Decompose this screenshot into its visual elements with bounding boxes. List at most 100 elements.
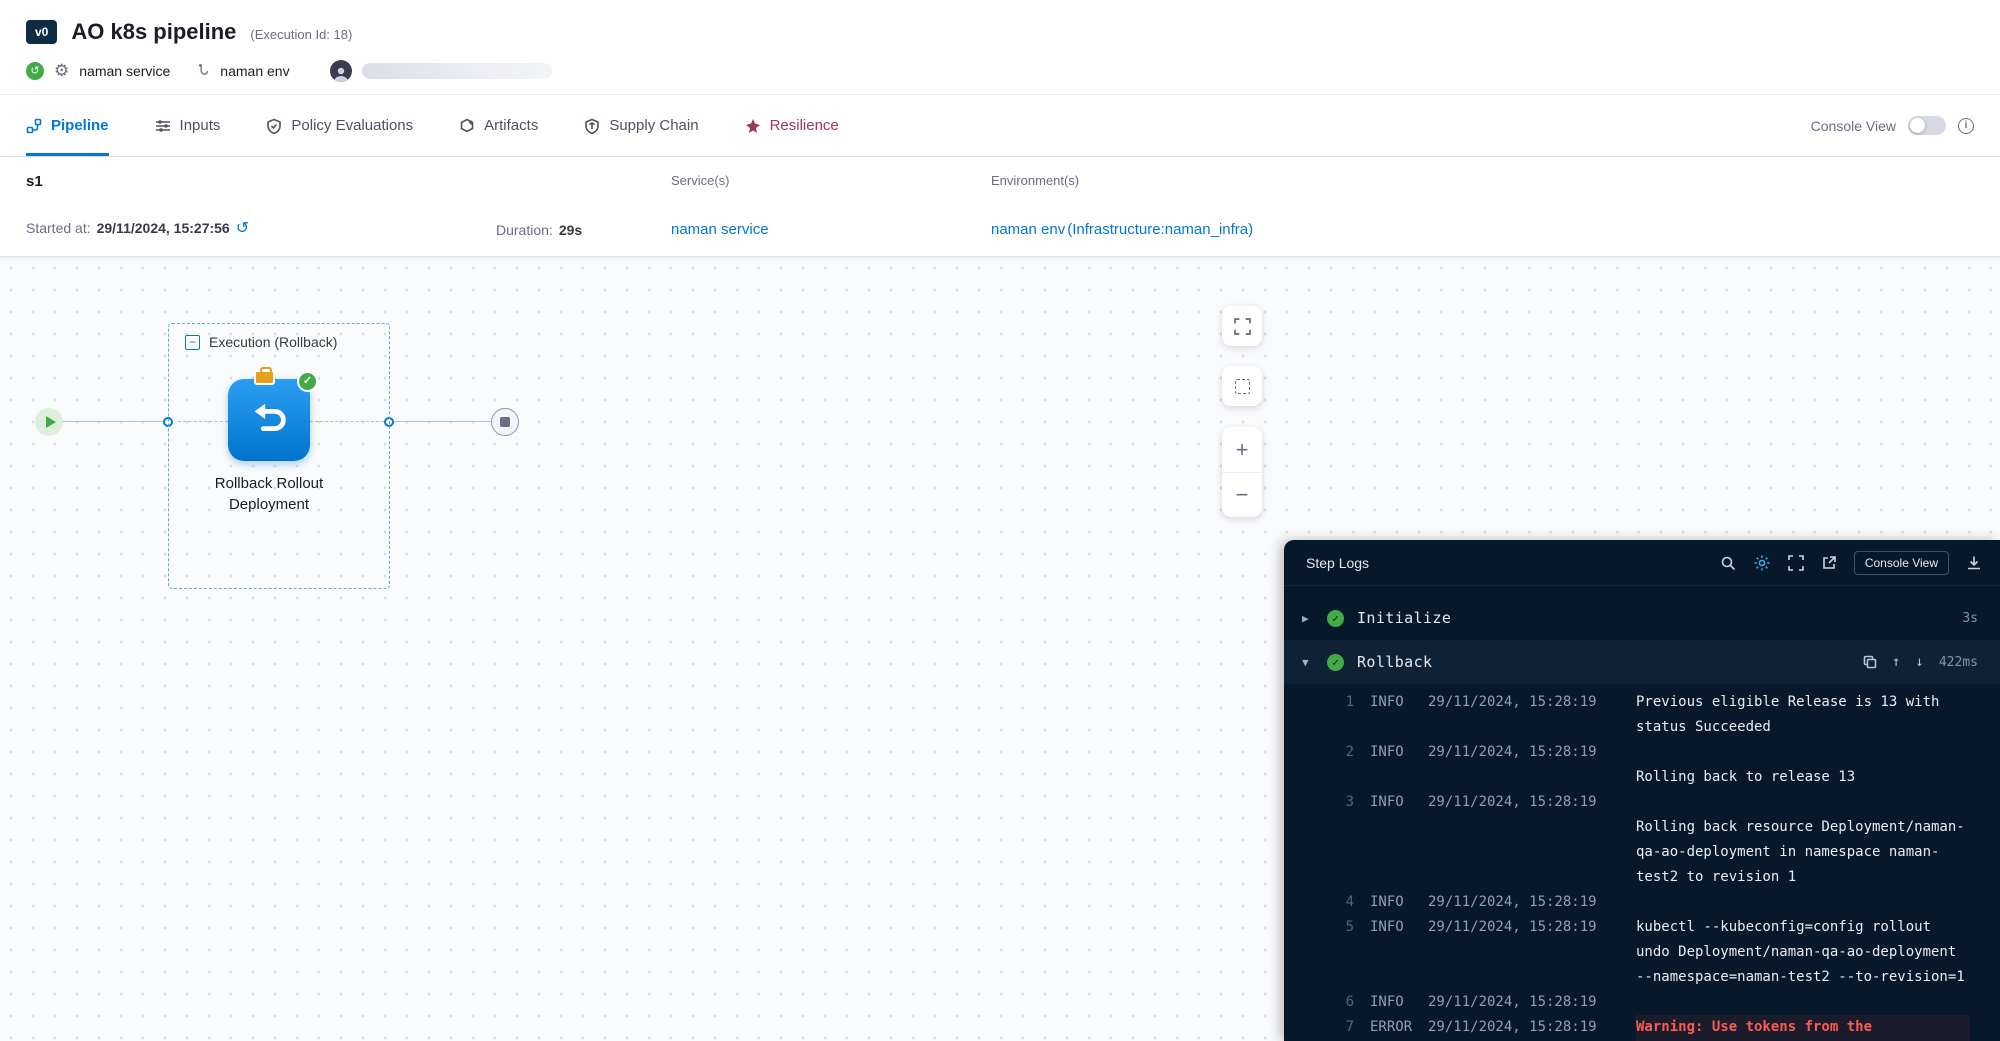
log-timestamp: 29/11/2024, 15:28:19: [1428, 740, 1636, 765]
log-line-number: 3: [1324, 790, 1354, 815]
log-message: Warning: Use tokens from the TokenReques…: [1636, 1015, 1970, 1041]
edge-group-to-end: [394, 421, 491, 422]
log-panel-header: Step Logs Console View: [1284, 540, 2000, 586]
log-level: INFO: [1370, 790, 1428, 815]
section-duration: 3s: [1962, 611, 1978, 626]
supply-chain-icon: [584, 118, 600, 134]
log-level: INFO: [1370, 740, 1428, 765]
log-panel-title: Step Logs: [1306, 555, 1369, 571]
log-message: kubectl --kubeconfig=config rollout undo…: [1636, 915, 1970, 990]
log-section-initialize[interactable]: ▶ ✓ Initialize 3s: [1284, 596, 2000, 640]
start-node: [35, 408, 63, 436]
page-title: AO k8s pipeline: [71, 19, 236, 45]
redacted-username: [362, 63, 552, 79]
canvas-fullscreen-button[interactable]: [1222, 306, 1262, 346]
pipeline-canvas[interactable]: − Execution (Rollback) ✓ Rollback Rollou…: [0, 257, 2000, 1041]
log-timestamp: 29/11/2024, 15:28:19: [1428, 690, 1636, 715]
tab-bar: Pipeline Inputs Policy Evaluations Artif…: [0, 95, 2000, 157]
chevron-down-icon: ▼: [1302, 656, 1314, 669]
open-in-new-icon[interactable]: [1821, 555, 1837, 571]
tab-artifacts[interactable]: Artifacts: [459, 95, 538, 156]
service-name[interactable]: naman service: [79, 63, 170, 79]
log-line-number: 1: [1324, 690, 1354, 715]
gear-icon[interactable]: ⚙: [54, 61, 69, 81]
zoom-in-button[interactable]: +: [1222, 427, 1262, 472]
environment-name[interactable]: naman env: [220, 63, 289, 79]
expand-icon[interactable]: [1788, 555, 1804, 571]
log-line: 6 INFO 29/11/2024, 15:28:19: [1284, 990, 2000, 1015]
log-lines: 1 INFO 29/11/2024, 15:28:19 Previous eli…: [1284, 684, 2000, 1041]
step-label: Rollback Rollout Deployment: [178, 473, 360, 515]
artifact-box-icon: [459, 118, 475, 134]
log-level: INFO: [1370, 890, 1428, 915]
log-line-number: 4: [1324, 890, 1354, 915]
log-line-number: 5: [1324, 915, 1354, 940]
success-check-icon: ✓: [1327, 654, 1344, 671]
settings-gear-icon[interactable]: [1753, 554, 1771, 572]
tab-pipeline[interactable]: Pipeline: [26, 95, 109, 156]
success-badge-icon: ✓: [297, 371, 318, 392]
log-line: 5 INFO 29/11/2024, 15:28:19 kubectl --ku…: [1284, 915, 2000, 990]
infrastructure-link[interactable]: (Infrastructure:naman_infra): [1067, 221, 1253, 238]
environments-label: Environment(s): [991, 173, 1253, 188]
log-line-number: 6: [1324, 990, 1354, 1015]
end-node: [491, 408, 519, 436]
success-check-icon: ✓: [1327, 610, 1344, 627]
log-level: INFO: [1370, 990, 1428, 1015]
tab-supply-chain[interactable]: Supply Chain: [584, 95, 698, 156]
log-line: 2 INFO 29/11/2024, 15:28:19 Rolling back…: [1284, 740, 2000, 790]
log-line: 1 INFO 29/11/2024, 15:28:19 Previous eli…: [1284, 690, 2000, 740]
zoom-out-button[interactable]: −: [1222, 472, 1262, 517]
log-message: Rolling back to release 13: [1636, 740, 1970, 790]
edge-start-to-group: [63, 421, 163, 422]
history-icon[interactable]: ↺: [236, 218, 249, 238]
rollback-step-node[interactable]: ✓: [228, 379, 310, 461]
console-view-label: Console View: [1811, 118, 1896, 134]
stop-icon: [500, 417, 510, 427]
log-line: 4 INFO 29/11/2024, 15:28:19: [1284, 890, 2000, 915]
download-icon[interactable]: [1966, 555, 1982, 571]
canvas-select-button[interactable]: [1222, 366, 1262, 406]
page-header: v0 AO k8s pipeline (Execution Id: 18) ↺ …: [0, 0, 2000, 95]
marquee-select-icon: [1235, 379, 1250, 394]
fullscreen-icon: [1234, 318, 1251, 335]
log-line-number: 7: [1324, 1015, 1354, 1040]
tab-inputs[interactable]: Inputs: [155, 95, 221, 156]
stage-name[interactable]: s1: [26, 173, 496, 190]
log-line: 3 INFO 29/11/2024, 15:28:19 Rolling back…: [1284, 790, 2000, 890]
execution-id: (Execution Id: 18): [250, 23, 352, 42]
tab-policy-evaluations[interactable]: Policy Evaluations: [266, 95, 413, 156]
step-logs-panel: Step Logs Console View: [1284, 540, 2000, 1041]
user-avatar[interactable]: [330, 60, 352, 82]
rollback-icon: [246, 397, 292, 443]
environment-icon: [194, 63, 210, 79]
log-line-number: 2: [1324, 740, 1354, 765]
briefcase-badge-icon: [254, 370, 275, 385]
scroll-up-icon[interactable]: ↑: [1892, 654, 1900, 670]
log-timestamp: 29/11/2024, 15:28:19: [1428, 890, 1636, 915]
tab-resilience[interactable]: Resilience: [745, 95, 839, 156]
log-line: 7 ERROR 29/11/2024, 15:28:19 Warning: Us…: [1284, 1015, 2000, 1041]
pipeline-icon: [26, 118, 42, 134]
collapse-icon[interactable]: −: [185, 335, 200, 350]
log-timestamp: 29/11/2024, 15:28:19: [1428, 990, 1636, 1015]
log-level: ERROR: [1370, 1015, 1428, 1040]
log-timestamp: 29/11/2024, 15:28:19: [1428, 915, 1636, 940]
stage-summary-bar: s1 Started at: 29/11/2024, 15:27:56 ↺ Du…: [0, 157, 2000, 257]
shield-check-icon: [266, 118, 282, 134]
console-view-toggle[interactable]: [1908, 116, 1946, 135]
copy-icon[interactable]: [1863, 655, 1877, 669]
service-link[interactable]: naman service: [671, 221, 991, 238]
log-section-rollback[interactable]: ▼ ✓ Rollback ↑ ↓ 422ms: [1284, 640, 2000, 684]
console-view-button[interactable]: Console View: [1854, 551, 1949, 575]
search-icon[interactable]: [1720, 555, 1736, 571]
log-message: Rolling back resource Deployment/naman-q…: [1636, 790, 1970, 890]
chevron-right-icon: ▶: [1302, 612, 1314, 625]
scroll-down-icon[interactable]: ↓: [1915, 654, 1923, 670]
info-icon[interactable]: i: [1958, 118, 1974, 134]
duration: Duration: 29s: [496, 222, 671, 238]
log-level: INFO: [1370, 915, 1428, 940]
environment-link[interactable]: naman env: [991, 221, 1065, 238]
started-at: Started at: 29/11/2024, 15:27:56 ↺: [26, 218, 496, 238]
log-timestamp: 29/11/2024, 15:28:19: [1428, 790, 1636, 815]
